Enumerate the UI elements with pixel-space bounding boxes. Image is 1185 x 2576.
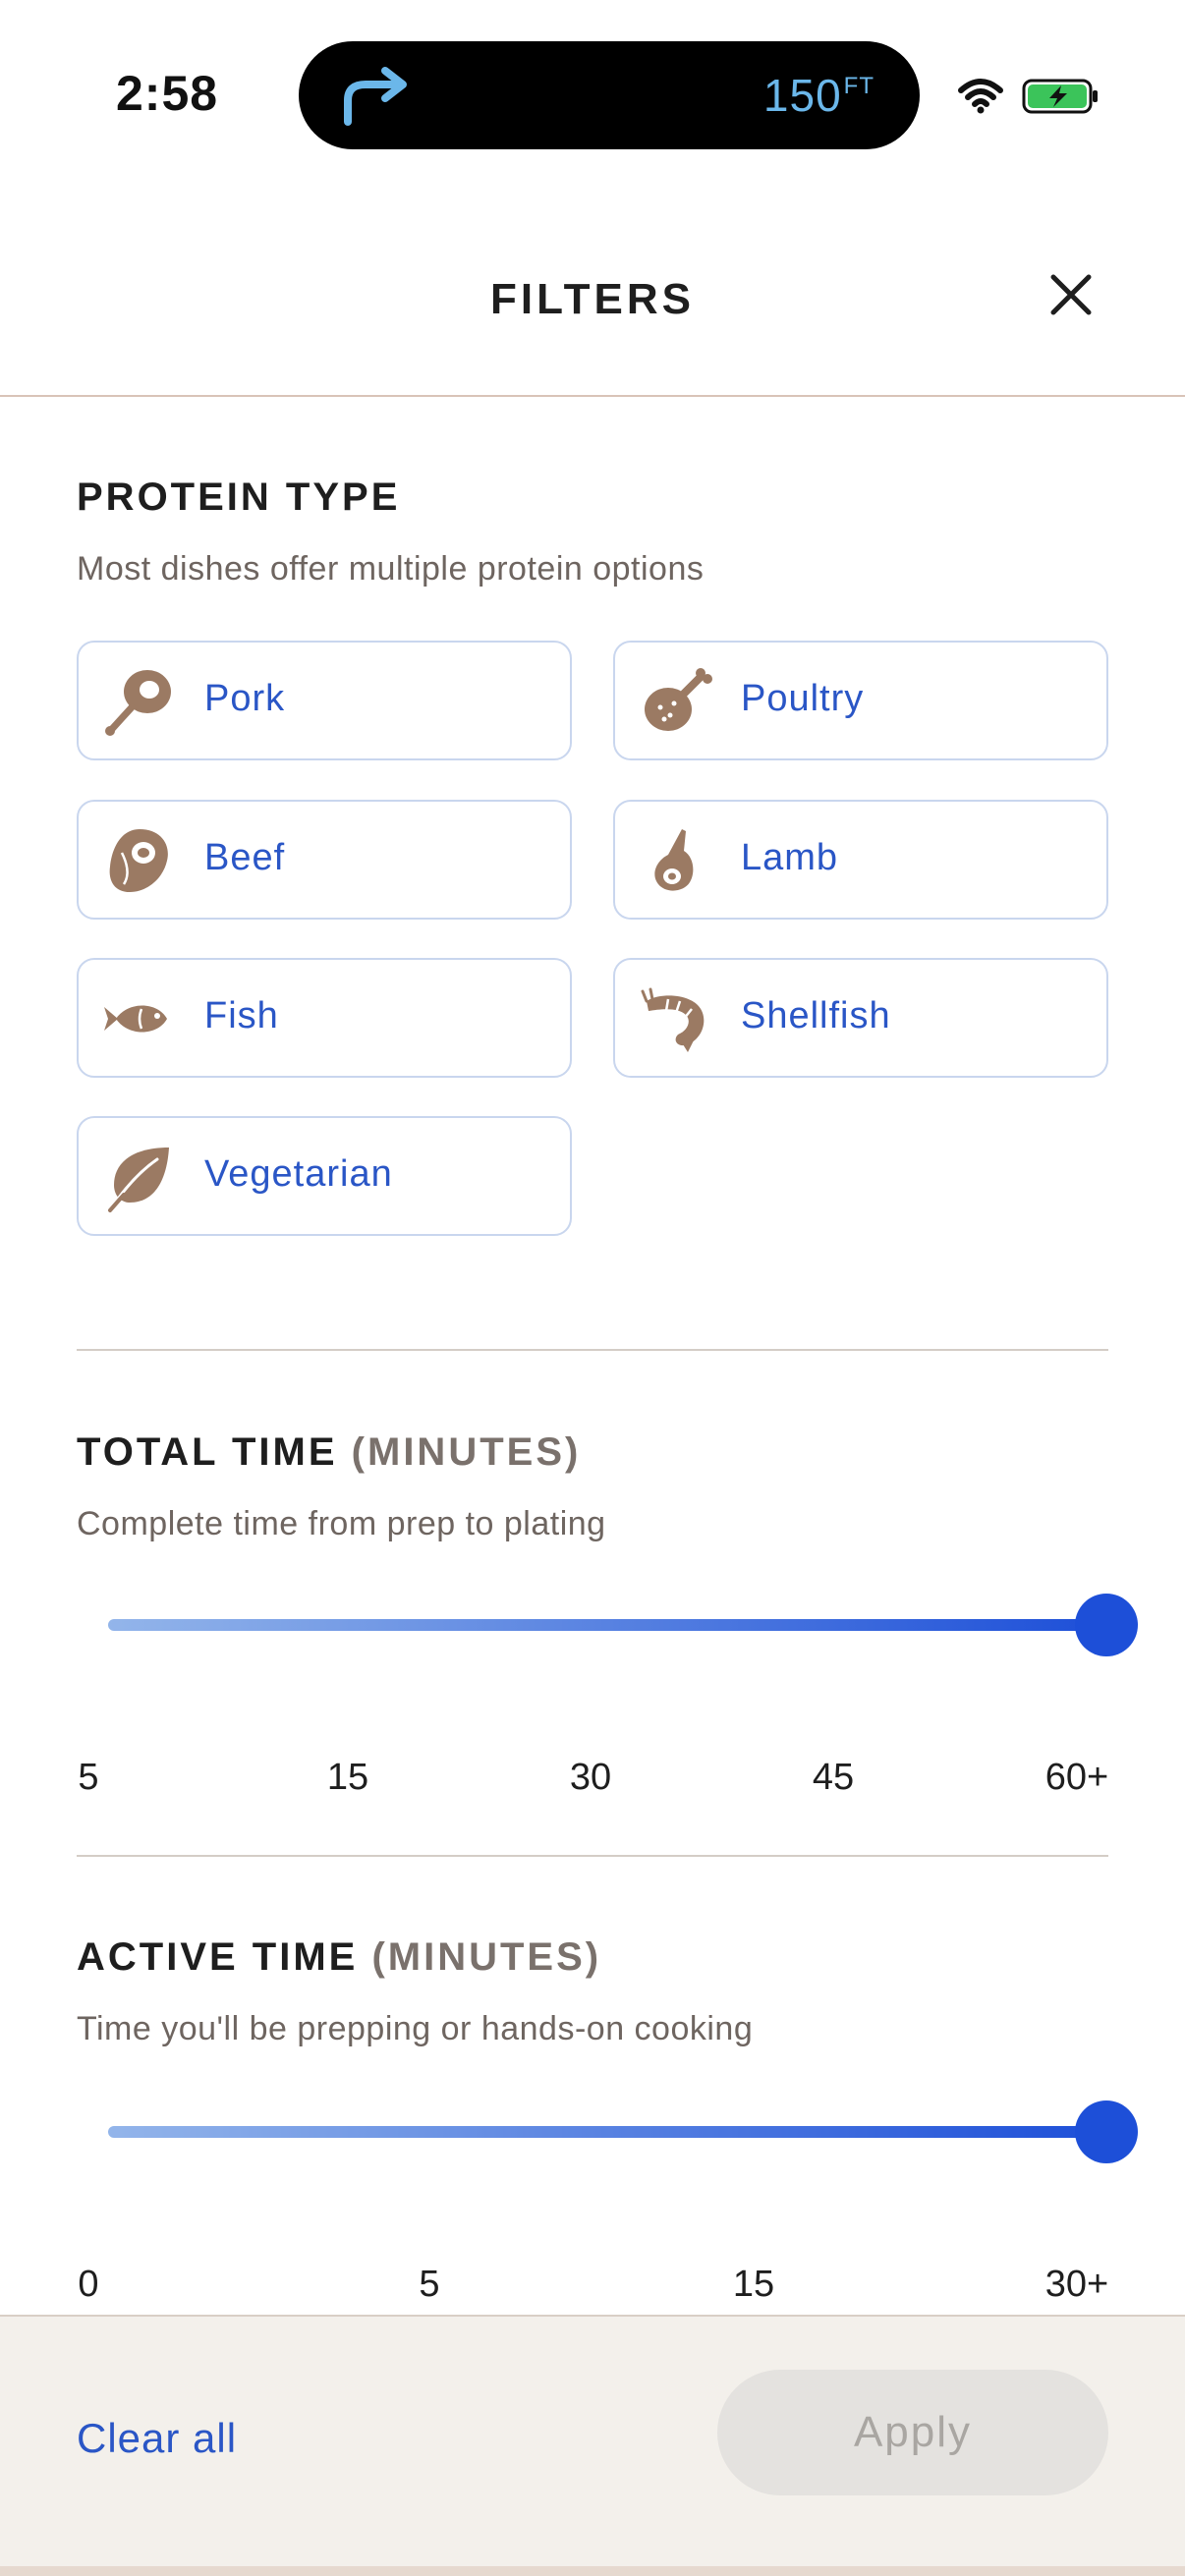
protein-type-title: PROTEIN TYPE (77, 476, 401, 519)
ham-leg-icon (105, 670, 171, 736)
protein-option-vegetarian[interactable]: Vegetarian (77, 1116, 572, 1236)
slider-track (108, 2126, 1106, 2138)
home-indicator-bar (0, 2566, 1185, 2576)
slider-thumb[interactable] (1075, 1594, 1138, 1656)
total-time-label: TOTAL TIME (77, 1430, 338, 1474)
tick-label: 5 (419, 2264, 440, 2305)
apply-button[interactable]: Apply (717, 2370, 1108, 2495)
tick-label: 0 (78, 2264, 99, 2305)
wifi-icon (958, 79, 1003, 114)
total-time-slider[interactable] (108, 1584, 1138, 1662)
protein-type-subtitle: Most dishes offer multiple protein optio… (77, 550, 705, 588)
drumstick-icon (645, 668, 712, 731)
battery-charging-icon (1022, 79, 1098, 114)
fish-icon (104, 1005, 167, 1033)
total-time-unit: (MINUTES) (351, 1430, 582, 1474)
shrimp-icon (641, 987, 705, 1052)
tick-label: 15 (732, 2264, 775, 2305)
protein-option-lamb[interactable]: Lamb (613, 800, 1108, 920)
chip-label: Beef (204, 837, 286, 878)
tick-label: 60+ (1044, 1757, 1109, 1798)
protein-option-fish[interactable]: Fish (77, 958, 572, 1078)
section-divider (77, 1349, 1108, 1351)
filters-footer: Clear all Apply (0, 2315, 1185, 2576)
turn-right-arrow-icon (344, 67, 407, 126)
tick-label: 30+ (1044, 2264, 1109, 2305)
tick-label: 5 (78, 1757, 99, 1798)
active-time-subtitle: Time you'll be prepping or hands-on cook… (77, 2010, 754, 2047)
status-time: 2:58 (116, 66, 219, 121)
chip-label: Vegetarian (204, 1153, 393, 1195)
leaf-icon (108, 1148, 169, 1212)
active-time-slider[interactable] (108, 2091, 1138, 2169)
close-icon[interactable] (1042, 265, 1100, 324)
protein-option-shellfish[interactable]: Shellfish (613, 958, 1108, 1078)
dynamic-island[interactable]: 150FT (299, 41, 920, 149)
chip-label: Shellfish (741, 995, 891, 1036)
chip-label: Fish (204, 995, 279, 1036)
navigation-distance: 150FT (762, 70, 875, 121)
filters-header: FILTERS (0, 226, 1185, 397)
steak-icon (109, 829, 168, 892)
protein-option-beef[interactable]: Beef (77, 800, 572, 920)
chip-label: Pork (204, 678, 286, 719)
clear-all-button[interactable]: Clear all (77, 2415, 237, 2462)
chip-label: Poultry (741, 678, 865, 719)
status-bar: 2:58 150FT (0, 0, 1185, 167)
page-title: FILTERS (489, 275, 696, 323)
active-time-unit: (MINUTES) (371, 1935, 602, 1979)
section-divider (77, 1855, 1108, 1857)
protein-option-pork[interactable]: Pork (77, 641, 572, 760)
slider-thumb[interactable] (1075, 2100, 1138, 2163)
total-time-subtitle: Complete time from prep to plating (77, 1505, 606, 1542)
navigation-unit: FT (843, 73, 875, 99)
lamb-shank-icon (654, 829, 694, 891)
active-time-title: ACTIVE TIME (MINUTES) (77, 1935, 601, 1980)
protein-option-poultry[interactable]: Poultry (613, 641, 1108, 760)
tick-label: 15 (326, 1757, 369, 1798)
active-time-label: ACTIVE TIME (77, 1935, 359, 1979)
tick-label: 45 (812, 1757, 855, 1798)
total-time-title: TOTAL TIME (MINUTES) (77, 1430, 581, 1475)
chip-label: Lamb (741, 837, 839, 878)
tick-label: 30 (569, 1757, 612, 1798)
slider-track (108, 1619, 1106, 1631)
